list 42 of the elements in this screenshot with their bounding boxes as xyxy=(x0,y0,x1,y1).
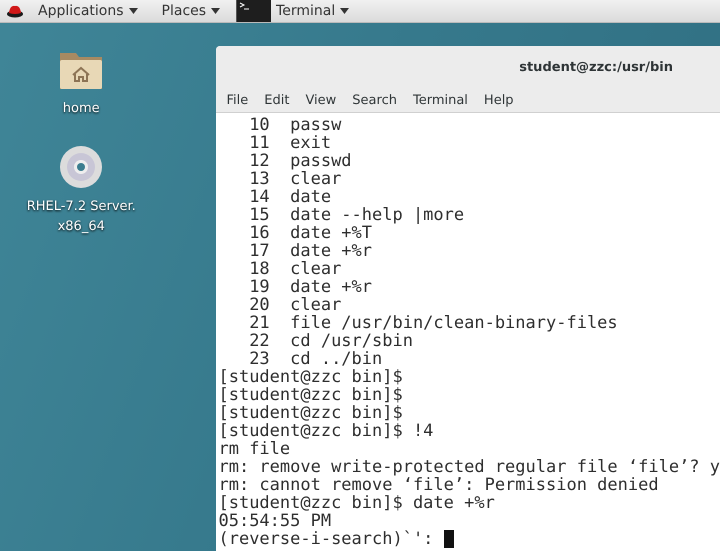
menu-item[interactable]: Edit xyxy=(258,92,296,108)
terminal-line: [student@zzc bin]$ !4 xyxy=(218,422,434,440)
terminal-line: 19 date +%r xyxy=(248,278,374,296)
app-menu[interactable]: Terminal xyxy=(236,0,358,22)
terminal-line: 12 passwd xyxy=(248,152,353,170)
top-menu[interactable]: Places xyxy=(154,0,228,22)
terminal-line: [student@zzc bin]$ xyxy=(218,368,404,386)
terminal-line: 23 cd ../bin xyxy=(248,350,384,368)
desktop-icon-label[interactable]: RHEL-7.2 Server. x86_64 xyxy=(26,197,136,237)
terminal-line: 22 cd /usr/sbin xyxy=(248,332,413,350)
terminal-line: 14 date xyxy=(248,188,332,206)
terminal-icon xyxy=(237,0,272,22)
terminal-line: 11 exit xyxy=(248,134,332,152)
menu-item[interactable]: Search xyxy=(346,92,403,108)
caret-icon xyxy=(340,8,350,14)
window-title: student@zzc:/usr/bin xyxy=(519,60,673,74)
desktop-icon-label[interactable]: home xyxy=(62,99,100,119)
caret-icon xyxy=(128,8,138,14)
terminal-line: rm: cannot remove ‘file’: Permission denied xyxy=(218,476,660,494)
menu-item[interactable]: Help xyxy=(478,92,520,108)
terminal-line: 20 clear xyxy=(248,296,342,314)
terminal-line: 17 date +%r xyxy=(248,242,374,260)
terminal-line: [student@zzc bin]$ date +%r xyxy=(218,494,496,512)
terminal-line: 15 date --help |more xyxy=(248,206,466,224)
terminal-line: 16 date +%T xyxy=(248,224,372,242)
menu-item[interactable]: View xyxy=(299,92,342,108)
terminal-line: 05:54:55 PM xyxy=(218,512,332,530)
terminal-line: 13 clear xyxy=(248,170,342,188)
top-menu[interactable]: Applications xyxy=(30,0,146,22)
menu-item[interactable]: Terminal xyxy=(406,92,474,108)
terminal-line: [student@zzc bin]$ xyxy=(218,386,404,404)
terminal-line: rm file xyxy=(218,440,292,458)
terminal-line: 21 file /usr/bin/clean-binary-files xyxy=(248,314,619,332)
terminal-line: [student@zzc bin]$ xyxy=(218,404,404,422)
terminal-line: rm: remove write-protected regular file ‘file’? y xyxy=(218,458,720,476)
caret-icon xyxy=(211,8,220,14)
terminal-line: 18 clear xyxy=(248,260,342,278)
terminal-line: 10 passw xyxy=(248,116,342,134)
menu-item[interactable]: File xyxy=(220,92,254,108)
hat-logo-icon xyxy=(6,4,24,18)
disc-icon[interactable] xyxy=(59,145,104,189)
terminal-line: (reverse-i-search)`': xyxy=(218,530,434,548)
